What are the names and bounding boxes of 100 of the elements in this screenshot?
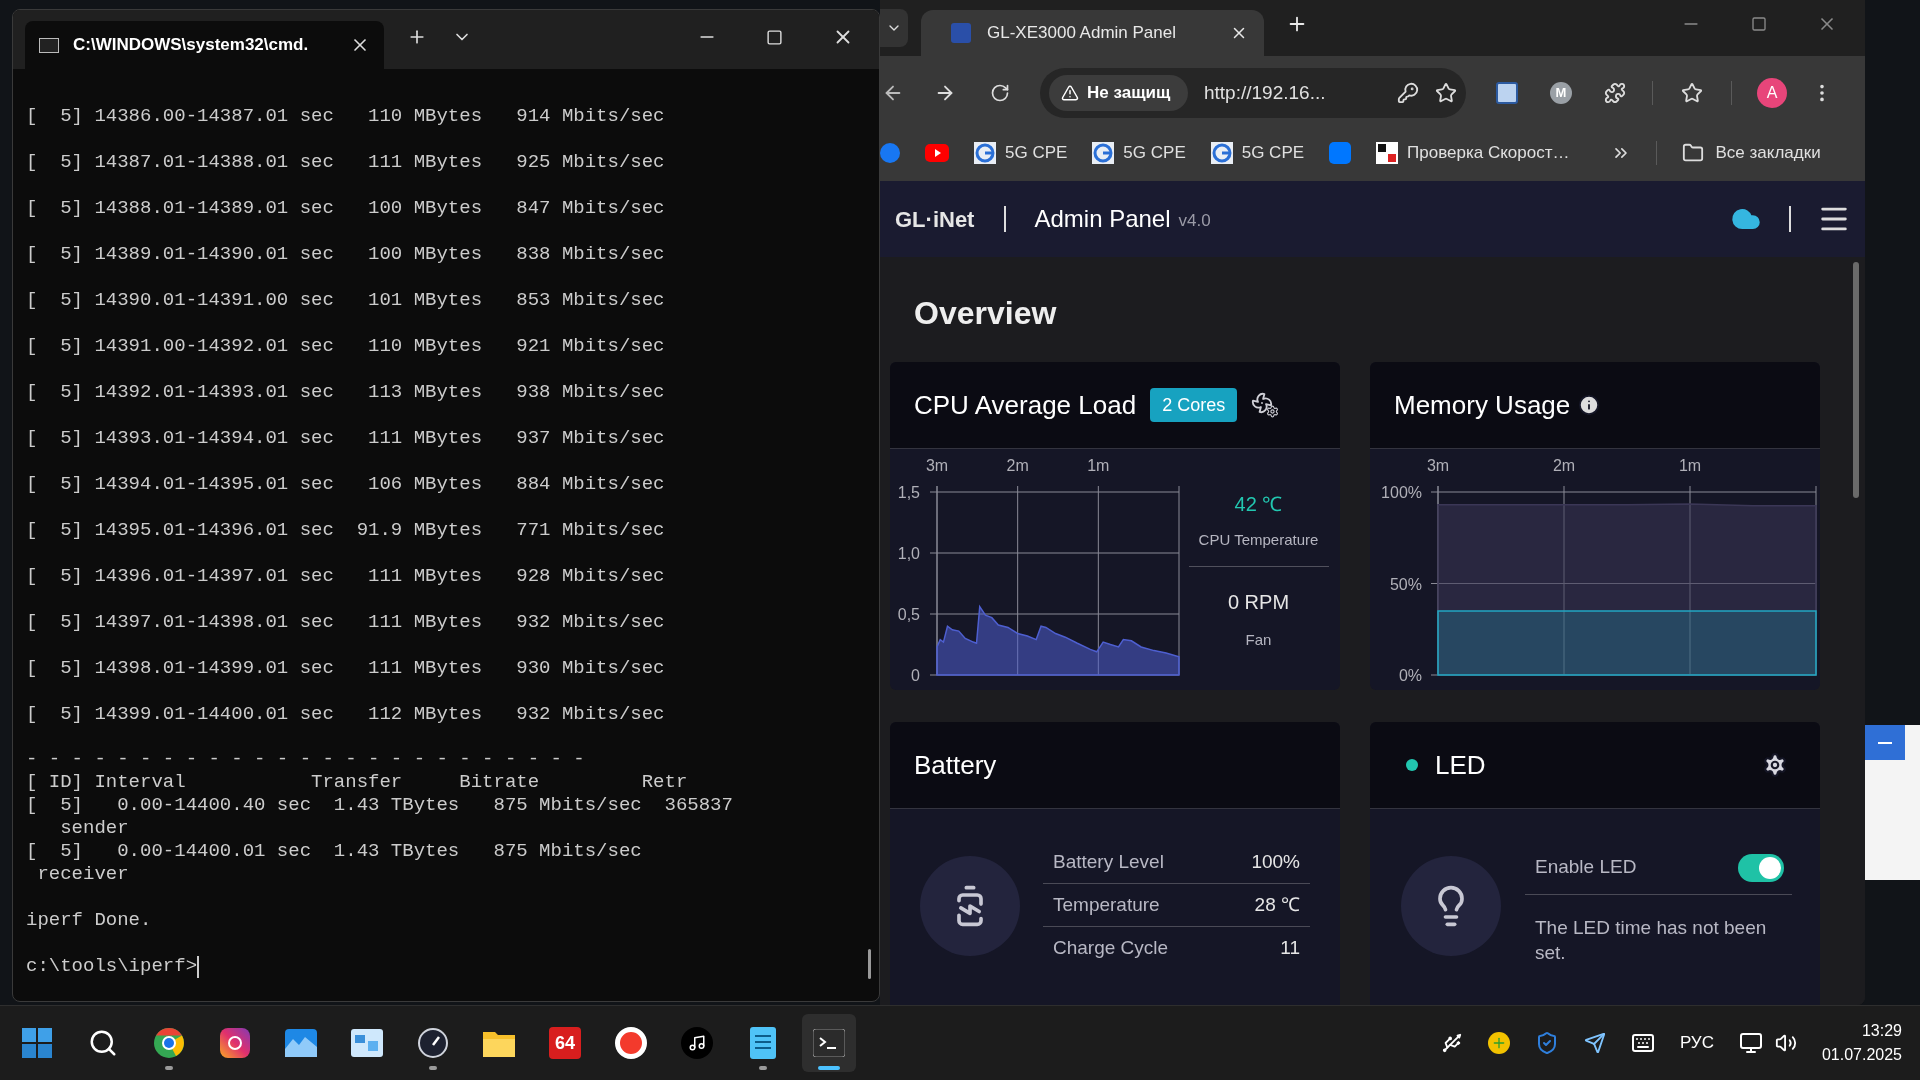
logo: GL·iNet — [895, 205, 975, 234]
output-line: - - - - - - - - - - - - - - - - - - - - - - - - - — [26, 748, 585, 771]
output-line: [ 5] 14395.01-14396.01 sec 91.9 MBytes 771 Mbits/sec — [26, 518, 665, 543]
tick-label: 100% — [1381, 484, 1422, 501]
chip-text: Не защищ — [1087, 82, 1171, 105]
card-title: CPU Average Load — [914, 388, 1137, 422]
search-icon — [88, 1028, 118, 1058]
stat-label: Temperature — [1053, 892, 1160, 917]
page-heading: Overview — [913, 295, 1058, 331]
star-icon[interactable] — [1435, 82, 1457, 104]
stat-value: 11 — [1280, 936, 1300, 961]
bookmark[interactable]: 5G CPE — [1210, 135, 1305, 171]
globe-icon — [1092, 142, 1115, 164]
output-line: [ 5] 0.00-14400.01 sec 1.43 TBytes 875 Mbits/sec — [26, 840, 642, 863]
output-line: [ 5] 14399.01-14400.01 sec 112 MBytes 932 Mbits/sec — [26, 702, 665, 727]
card-title: Memory Usage — [1394, 388, 1571, 422]
minus-icon — [1878, 741, 1892, 744]
bookmark[interactable]: 5G CPE — [974, 135, 1068, 171]
puzzle-icon[interactable] — [1604, 82, 1626, 104]
tick-label: 0,5 — [897, 606, 920, 623]
bookmark[interactable]: 5G CPE — [1092, 135, 1186, 171]
output-line: [ 5] 14396.01-14397.01 sec 111 MBytes 928 Mbits/sec — [26, 564, 665, 589]
temperature-label: CPU Temperature — [1198, 530, 1319, 550]
output-line: iperf Done. — [26, 909, 152, 932]
reload-icon[interactable] — [990, 83, 1010, 103]
address-bar[interactable]: Не защищ http://192.16... — [1040, 68, 1466, 118]
camera-app-icon — [220, 1028, 250, 1058]
security-chip[interactable]: Не защищ — [1049, 75, 1188, 111]
key-icon[interactable] — [1397, 82, 1419, 104]
favicon-icon — [951, 23, 971, 43]
warning-icon — [1061, 84, 1079, 102]
tab-title: C:\WINDOWS\system32\cmd. — [73, 34, 309, 57]
running-indicator — [818, 1066, 840, 1070]
output-line: [ 5] 14397.01-14398.01 sec 111 MBytes 932 Mbits/sec — [26, 610, 665, 635]
bookmark[interactable]: Проверка Скорост… — [1376, 135, 1570, 171]
tick-label: 3m — [1426, 457, 1450, 474]
output-line: [ 5] 14389.01-14390.01 sec 100 MBytes 838 Mbits/sec — [26, 242, 665, 267]
tick-label: 50% — [1389, 575, 1422, 593]
tab-search-button[interactable] — [880, 9, 908, 47]
terminal-tab[interactable]: C:\WINDOWS\system32\cmd. — [25, 21, 384, 69]
cores-badge: 2 Cores — [1150, 388, 1238, 422]
fan-label: Fan — [1245, 629, 1272, 650]
output-line: [ 5] 14391.00-14392.01 sec 110 MBytes 921 Mbits/sec — [26, 334, 665, 359]
avatar[interactable]: A — [1757, 78, 1787, 108]
running-indicator — [759, 1066, 767, 1070]
wave-app-icon — [285, 1029, 317, 1057]
fan-speed-value: 0 RPM — [1227, 589, 1290, 615]
globe-icon — [974, 142, 996, 164]
tab-title: GL-XE3000 Admin Panel — [987, 22, 1176, 45]
output-line: [ 5] 14394.01-14395.01 sec 106 MBytes 884 Mbits/sec — [26, 472, 665, 497]
output-line: [ 5] 14390.01-14391.00 sec 101 MBytes 853 Mbits/sec — [26, 288, 665, 313]
browser-tab[interactable]: GL-XE3000 Admin Panel — [921, 10, 1264, 56]
text-cursor — [197, 955, 200, 978]
taskbar-button[interactable]: 64 — [538, 1014, 592, 1072]
usb-icon[interactable] — [1440, 1032, 1463, 1054]
square-icon — [1329, 142, 1352, 164]
stat-value: 28 ℃ — [1254, 892, 1300, 917]
tick-label: 1,0 — [897, 545, 920, 562]
output-line: [ 5] 14386.00-14387.01 sec 110 MBytes 914 Mbits/sec — [26, 104, 665, 129]
bookmark-star-icon[interactable] — [1681, 82, 1703, 104]
taskbar-button[interactable] — [802, 1014, 856, 1072]
tick-label: 1m — [1678, 457, 1702, 474]
round-f-icon — [880, 143, 900, 163]
gauge-icon — [417, 1027, 449, 1059]
all-bookmarks[interactable]: Все закладки — [1681, 140, 1821, 166]
network-icon[interactable] — [1738, 1031, 1763, 1055]
language-indicator[interactable]: РУС — [1679, 1030, 1714, 1056]
app-title: Admin Panel — [1034, 204, 1171, 234]
settings-icon[interactable] — [1762, 752, 1788, 778]
fan-gear-icon[interactable] — [1251, 392, 1280, 418]
clock[interactable]: 13:29 01.07.2025 — [1821, 1019, 1902, 1067]
stat-value: 100% — [1251, 849, 1300, 874]
url-text: http://192.16... — [1204, 80, 1326, 105]
info-icon[interactable] — [1578, 394, 1601, 416]
ring-icon — [615, 1027, 647, 1059]
led-toggle[interactable] — [1738, 853, 1784, 882]
extension-icon[interactable] — [1496, 82, 1518, 104]
globe-icon — [1210, 142, 1233, 164]
stat-label: Battery Level — [1053, 849, 1164, 874]
chart-app-icon — [351, 1029, 383, 1057]
toggle-label: Enable LED — [1535, 855, 1637, 880]
led-note: The LED time has not been set. — [1534, 916, 1768, 965]
folder-icon — [483, 1029, 515, 1057]
tick-label: 2m — [1006, 457, 1029, 474]
output-line: [ 5] 14387.01-14388.01 sec 111 MBytes 925 Mbits/sec — [26, 150, 665, 175]
running-indicator — [429, 1066, 437, 1070]
keyboard-icon[interactable] — [1630, 1031, 1655, 1055]
terminal-icon — [813, 1029, 845, 1057]
tick-label: 1m — [1087, 457, 1110, 474]
volume-icon[interactable] — [1774, 1032, 1797, 1054]
notepad-icon — [750, 1027, 776, 1059]
tick-label: 3m — [925, 457, 949, 474]
tick-label: 0% — [1398, 667, 1422, 684]
card-title: LED — [1435, 748, 1486, 782]
folder-icon — [1681, 142, 1704, 164]
output-line: [ 5] 14398.01-14399.01 sec 111 MBytes 930 Mbits/sec — [26, 656, 665, 681]
send-icon[interactable] — [1583, 1032, 1606, 1054]
temperature-value: 42 ℃ — [1234, 492, 1283, 517]
start-icon — [22, 1028, 52, 1058]
tick-label: 0 — [911, 667, 920, 684]
